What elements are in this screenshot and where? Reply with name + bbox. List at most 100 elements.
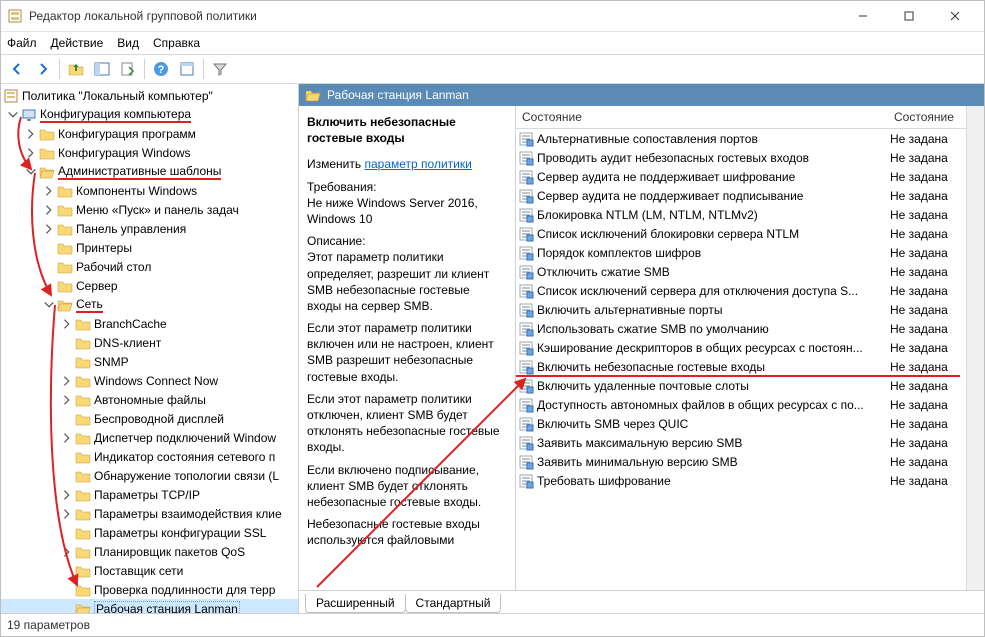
twisty-icon[interactable]	[59, 432, 75, 444]
setting-row[interactable]: Требовать шифрованиеНе задана	[516, 471, 966, 490]
tree-item[interactable]: Поставщик сети	[1, 561, 298, 580]
setting-row[interactable]: Список исключений сервера для отключения…	[516, 281, 966, 300]
tree-lanman-workstation[interactable]: Рабочая станция Lanman	[1, 599, 298, 613]
tree-item[interactable]: Диспетчер подключений Window	[1, 428, 298, 447]
setting-row[interactable]: Доступность автономных файлов в общих ре…	[516, 395, 966, 414]
twisty-icon[interactable]	[5, 109, 21, 121]
tree-control-panel[interactable]: Панель управления	[1, 219, 298, 238]
setting-icon	[518, 188, 534, 204]
tree-desktop[interactable]: Рабочий стол	[1, 257, 298, 276]
tree-item[interactable]: Планировщик пакетов QoS	[1, 542, 298, 561]
tree-label: Параметры конфигурации SSL	[94, 526, 266, 540]
setting-row[interactable]: Отключить сжатие SMBНе задана	[516, 262, 966, 281]
tree-item[interactable]: DNS-клиент	[1, 333, 298, 352]
folder-icon	[75, 373, 91, 389]
setting-row[interactable]: Сервер аудита не поддерживает подписыван…	[516, 186, 966, 205]
tree-item[interactable]: Беспроводной дисплей	[1, 409, 298, 428]
setting-row[interactable]: Включить небезопасные гостевые входыНе з…	[516, 357, 966, 376]
tree-item[interactable]: Параметры конфигурации SSL	[1, 523, 298, 542]
edit-policy-link[interactable]: параметр политики	[364, 157, 471, 171]
tree-item[interactable]: Обнаружение топологии связи (L	[1, 466, 298, 485]
tab-extended[interactable]: Расширенный	[305, 594, 406, 613]
folder-icon	[75, 430, 91, 446]
twisty-icon[interactable]	[23, 166, 39, 178]
twisty-icon[interactable]	[59, 546, 75, 558]
setting-state: Не задана	[884, 284, 966, 298]
tree-item[interactable]: Индикатор состояния сетевого п	[1, 447, 298, 466]
setting-row[interactable]: Включить альтернативные портыНе задана	[516, 300, 966, 319]
twisty-icon[interactable]	[59, 318, 75, 330]
setting-name: Использовать сжатие SMB по умолчанию	[537, 322, 769, 336]
twisty-icon[interactable]	[59, 508, 75, 520]
tree-root[interactable]: Политика "Локальный компьютер"	[1, 86, 298, 105]
folder-icon	[75, 582, 91, 598]
setting-row[interactable]: Включить SMB через QUICНе задана	[516, 414, 966, 433]
setting-row[interactable]: Блокировка NTLM (LM, NTLM, NTLMv2)Не зад…	[516, 205, 966, 224]
twisty-icon[interactable]	[23, 147, 39, 159]
filter-button[interactable]	[208, 57, 232, 81]
tree-windows-config[interactable]: Конфигурация Windows	[1, 143, 298, 162]
close-button[interactable]	[932, 1, 978, 31]
export-button[interactable]	[116, 57, 140, 81]
menu-view[interactable]: Вид	[117, 36, 139, 50]
setting-state: Не задана	[884, 379, 966, 393]
setting-row[interactable]: Список исключений блокировки сервера NTL…	[516, 224, 966, 243]
details-pane: Рабочая станция Lanman Включить небезопа…	[299, 84, 984, 613]
tree-server[interactable]: Сервер	[1, 276, 298, 295]
menu-file[interactable]: Файл	[7, 36, 37, 50]
column-name[interactable]: Состояние	[516, 110, 888, 124]
menu-action[interactable]: Действие	[51, 36, 104, 50]
tree-network[interactable]: Сеть	[1, 295, 298, 314]
tree-label: BranchCache	[94, 317, 167, 331]
twisty-icon[interactable]	[59, 375, 75, 387]
back-button[interactable]	[5, 57, 29, 81]
forward-button[interactable]	[31, 57, 55, 81]
help-button[interactable]: ?	[149, 57, 173, 81]
setting-row[interactable]: Заявить максимальную версию SMBНе задана	[516, 433, 966, 452]
tree-item[interactable]: Проверка подлинности для терр	[1, 580, 298, 599]
tree-admin-templates[interactable]: Административные шаблоны	[1, 162, 298, 181]
setting-name: Альтернативные сопоставления портов	[537, 132, 758, 146]
twisty-icon[interactable]	[59, 489, 75, 501]
twisty-icon[interactable]	[41, 204, 57, 216]
tree-computer-config[interactable]: Конфигурация компьютера	[1, 105, 298, 124]
setting-row[interactable]: Проводить аудит небезопасных гостевых вх…	[516, 148, 966, 167]
minimize-button[interactable]	[840, 1, 886, 31]
folder-icon	[75, 506, 91, 522]
setting-name: Включить SMB через QUIC	[537, 417, 688, 431]
setting-row[interactable]: Кэширование дескрипторов в общих ресурса…	[516, 338, 966, 357]
tree-pane[interactable]: Политика "Локальный компьютер" Конфигура…	[1, 84, 299, 613]
twisty-icon[interactable]	[59, 394, 75, 406]
setting-row[interactable]: Включить удаленные почтовые слотыНе зада…	[516, 376, 966, 395]
scrollbar[interactable]	[966, 106, 984, 590]
twisty-icon[interactable]	[41, 223, 57, 235]
setting-row[interactable]: Заявить минимальную версию SMBНе задана	[516, 452, 966, 471]
setting-state: Не задана	[884, 132, 966, 146]
setting-row[interactable]: Сервер аудита не поддерживает шифрование…	[516, 167, 966, 186]
up-button[interactable]	[64, 57, 88, 81]
show-hide-tree-button[interactable]	[90, 57, 114, 81]
setting-state: Не задана	[884, 455, 966, 469]
tree-item[interactable]: Параметры TCP/IP	[1, 485, 298, 504]
maximize-button[interactable]	[886, 1, 932, 31]
twisty-icon[interactable]	[41, 185, 57, 197]
menu-help[interactable]: Справка	[153, 36, 200, 50]
tree-item[interactable]: SNMP	[1, 352, 298, 371]
tree-item[interactable]: Windows Connect Now	[1, 371, 298, 390]
twisty-icon[interactable]	[41, 299, 57, 311]
tab-standard[interactable]: Стандартный	[405, 594, 502, 613]
tree-windows-components[interactable]: Компоненты Windows	[1, 181, 298, 200]
twisty-icon[interactable]	[23, 128, 39, 140]
tree-start-menu[interactable]: Меню «Пуск» и панель задач	[1, 200, 298, 219]
tree-software-config[interactable]: Конфигурация программ	[1, 124, 298, 143]
tree-item[interactable]: Параметры взаимодействия клие	[1, 504, 298, 523]
tree-label: Конфигурация Windows	[58, 146, 191, 160]
column-state[interactable]: Состояние	[888, 110, 966, 124]
setting-row[interactable]: Порядок комплектов шифровНе задана	[516, 243, 966, 262]
tree-item[interactable]: Автономные файлы	[1, 390, 298, 409]
properties-button[interactable]	[175, 57, 199, 81]
setting-row[interactable]: Использовать сжатие SMB по умолчаниюНе з…	[516, 319, 966, 338]
tree-printers[interactable]: Принтеры	[1, 238, 298, 257]
setting-row[interactable]: Альтернативные сопоставления портов Не за…	[516, 129, 966, 148]
tree-item[interactable]: BranchCache	[1, 314, 298, 333]
